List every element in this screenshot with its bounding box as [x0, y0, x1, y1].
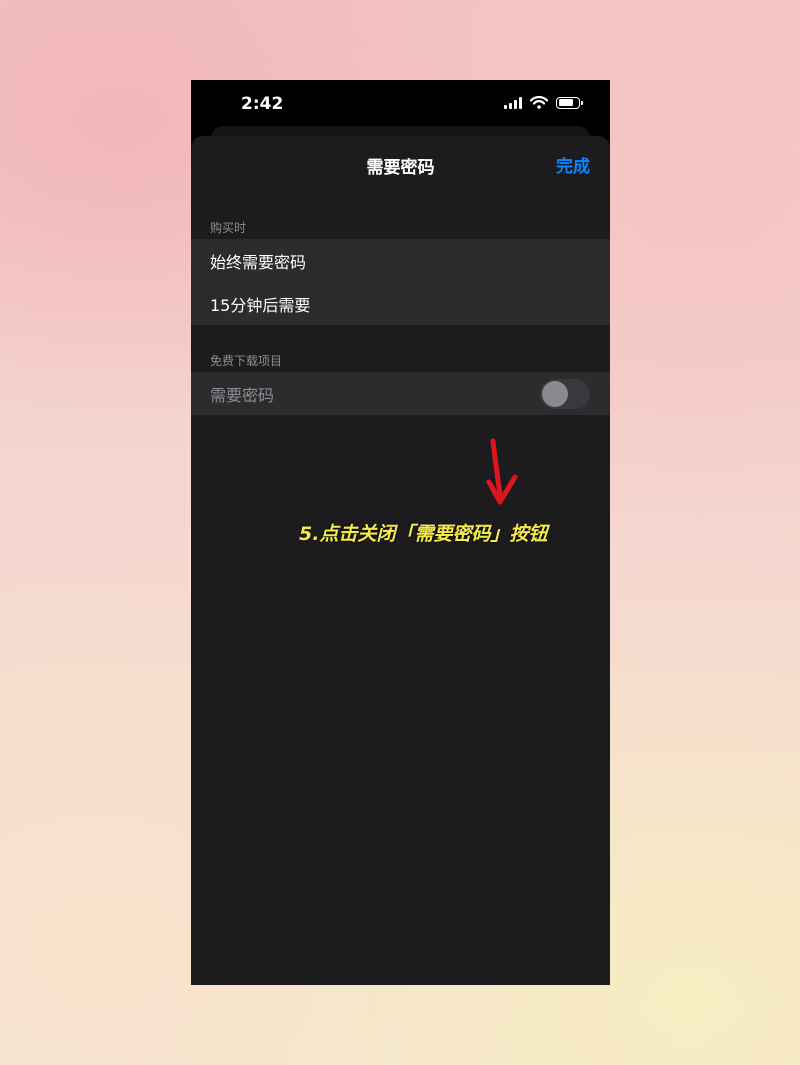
done-button[interactable]: 完成	[556, 152, 590, 177]
battery-icon	[556, 96, 583, 109]
option-always-require[interactable]: 始终需要密码	[191, 239, 610, 282]
page-title: 需要密码	[366, 158, 435, 178]
cellular-signal-icon	[504, 96, 522, 109]
free-downloads-group: 需要密码	[191, 372, 610, 415]
red-arrow-annotation	[486, 438, 518, 505]
status-icons	[504, 96, 583, 109]
status-time: 2:42	[241, 94, 284, 114]
option-label: 始终需要密码	[210, 252, 307, 272]
status-bar: 2:42	[191, 80, 610, 128]
section-header-free-downloads: 免费下载项目	[210, 354, 283, 368]
option-label: 15分钟后需要	[210, 295, 311, 315]
section-header-purchases: 购买时	[210, 221, 247, 235]
option-require-after-15-minutes[interactable]: 15分钟后需要	[191, 282, 610, 325]
password-settings-sheet: 需要密码 完成 购买时 始终需要密码 15分钟后需要 免费下载项目 需要密码 5…	[191, 136, 610, 985]
phone-screen: 2:42 需要密码 完成 购买时 始终需要密码 15分钟后需要 免费下载项目 需…	[191, 80, 610, 985]
require-password-toggle[interactable]	[540, 379, 590, 409]
instruction-annotation: 5.点击关闭「需要密码」按钮	[299, 523, 548, 545]
require-password-row: 需要密码	[191, 372, 610, 415]
option-label: 需要密码	[210, 385, 275, 405]
purchases-options-group: 始终需要密码 15分钟后需要	[191, 239, 610, 325]
wifi-icon	[530, 96, 548, 109]
toggle-knob	[542, 381, 568, 407]
